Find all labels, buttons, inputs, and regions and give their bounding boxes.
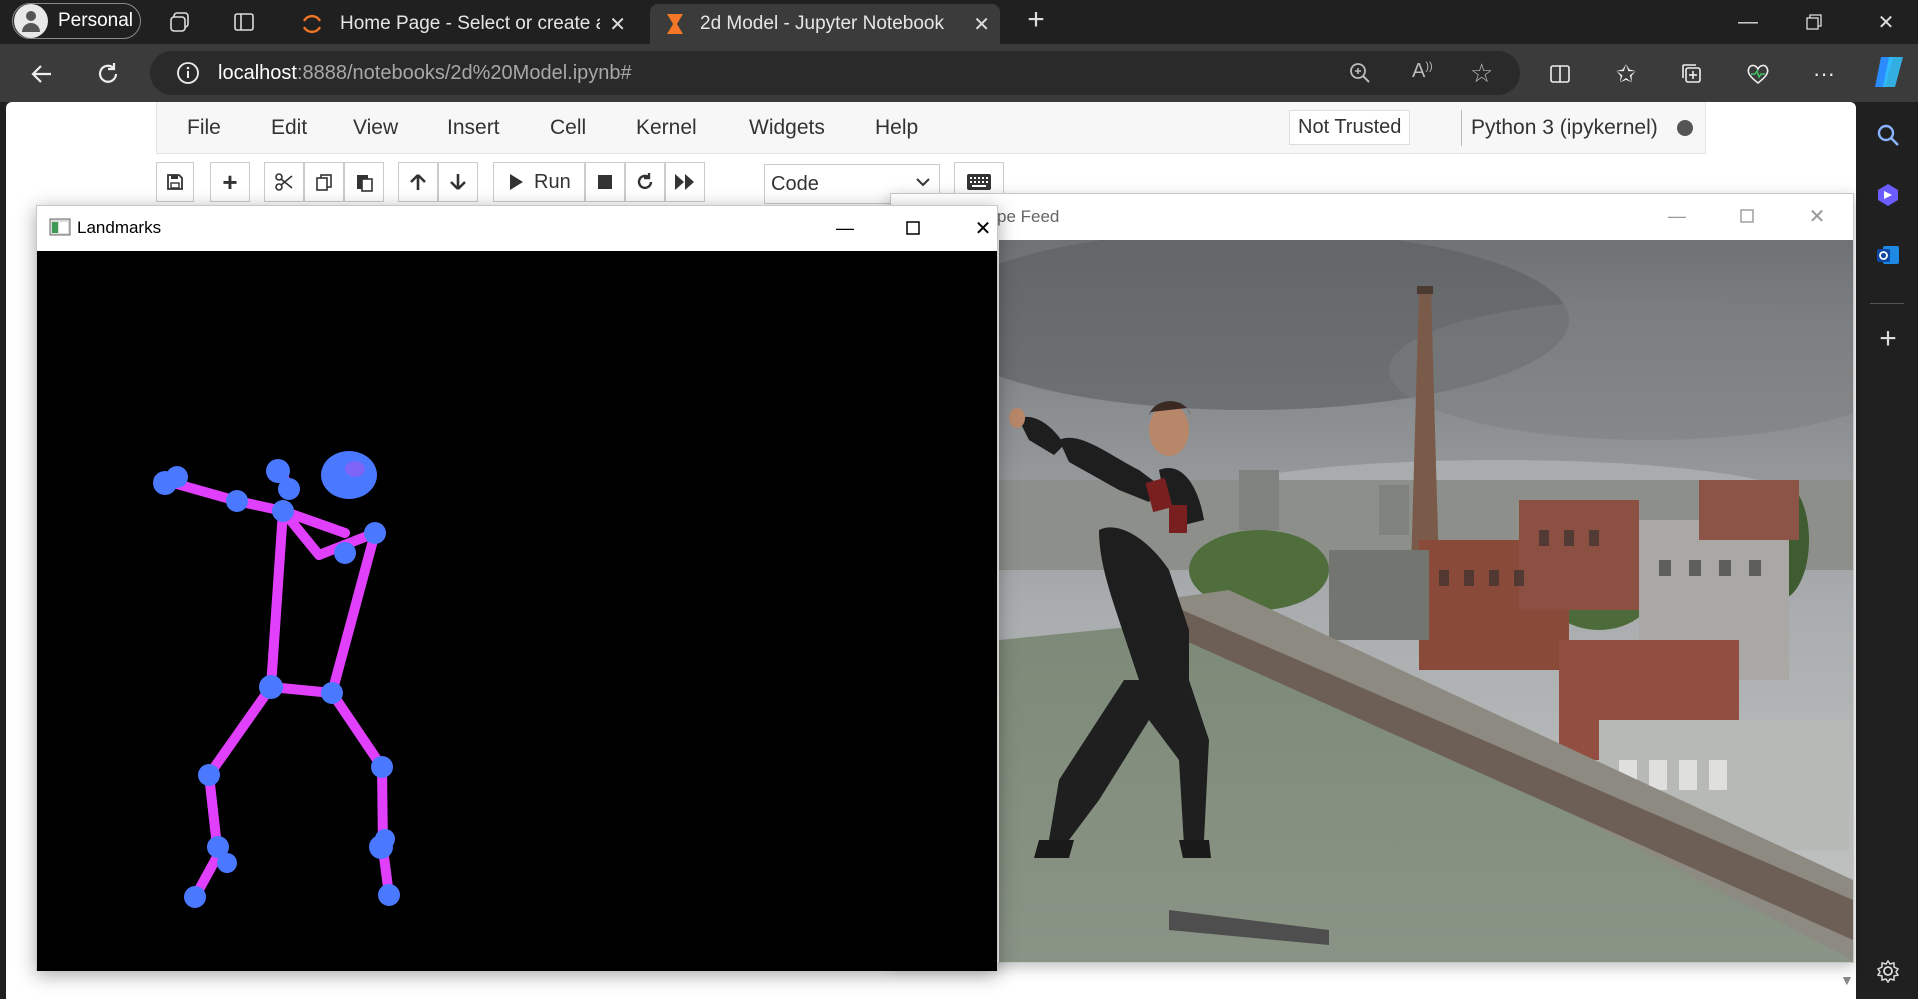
zoom-icon[interactable] <box>1348 61 1372 91</box>
arrow-up-icon <box>410 174 426 190</box>
play-icon <box>510 174 523 190</box>
outlook-icon[interactable] <box>1873 240 1903 270</box>
browser-essentials-icon[interactable] <box>1742 58 1774 90</box>
interrupt-button[interactable] <box>585 162 625 202</box>
minimize-icon[interactable]: — <box>1657 200 1697 232</box>
move-up-button[interactable] <box>398 162 438 202</box>
kernel-status-indicator <box>1677 120 1693 136</box>
menu-help[interactable]: Help <box>875 116 918 140</box>
restore-icon[interactable] <box>1786 6 1842 38</box>
window-title: pe Feed <box>997 207 1060 226</box>
run-label: Run <box>534 170 571 193</box>
profile-button[interactable]: Personal <box>12 3 141 39</box>
jupyter-spinner-icon <box>300 12 324 36</box>
jupyter-menubar: File Edit View Insert Cell Kernel Widget… <box>156 102 1706 154</box>
tab-title: Home Page - Select or create a n <box>340 13 600 34</box>
vertical-tabs-icon[interactable] <box>230 8 258 36</box>
pose-landmarks-canvas <box>37 251 997 971</box>
address-toolbar: localhost:8888/notebooks/2d%20Model.ipyn… <box>0 44 1918 102</box>
save-icon <box>167 174 183 190</box>
window-app-icon <box>49 218 71 241</box>
arrow-down-icon <box>450 174 466 190</box>
fast-forward-icon <box>675 174 694 190</box>
landmarks-titlebar[interactable]: Landmarks — ✕ <box>37 206 997 251</box>
close-icon[interactable]: ✕ <box>1797 200 1837 232</box>
pose-skeleton <box>153 451 400 908</box>
paste-button[interactable] <box>344 162 384 202</box>
add-sidebar-app-icon[interactable]: + <box>1873 322 1903 355</box>
maximize-icon[interactable] <box>1727 200 1767 232</box>
scissors-icon <box>275 173 293 191</box>
url-bar[interactable]: localhost:8888/notebooks/2d%20Model.ipyn… <box>150 51 1520 95</box>
insert-cell-button[interactable]: + <box>210 162 250 202</box>
profile-label: Personal <box>58 10 133 31</box>
kernel-divider <box>1461 110 1462 146</box>
maximize-icon[interactable] <box>893 212 933 244</box>
url-path: :8888/notebooks/2d%20Model.ipynb# <box>296 61 632 84</box>
edge-sidebar: + <box>1856 102 1918 999</box>
kernel-name: Python 3 (ipykernel) <box>1471 116 1658 139</box>
trust-status-badge[interactable]: Not Trusted <box>1289 110 1411 145</box>
copy-icon <box>316 174 332 191</box>
settings-gear-icon[interactable] <box>1873 956 1903 986</box>
minimize-icon[interactable]: — <box>1720 6 1776 38</box>
site-info-icon[interactable] <box>176 61 200 85</box>
copilot-sidebar-icon[interactable] <box>1873 180 1903 210</box>
menu-file[interactable]: File <box>187 116 221 140</box>
cell-type-value: Code <box>771 172 819 195</box>
menu-edit[interactable]: Edit <box>271 116 307 140</box>
pipe-feed-titlebar[interactable]: pe Feed — ✕ <box>891 194 1853 240</box>
hourglass-icon <box>664 12 686 36</box>
run-button[interactable]: Run <box>493 162 585 202</box>
menu-kernel[interactable]: Kernel <box>636 116 697 140</box>
stop-icon <box>598 175 612 189</box>
scroll-down-arrow-icon[interactable]: ▼ <box>1840 972 1854 988</box>
landmarks-window: Landmarks — ✕ <box>36 205 998 971</box>
keyboard-icon <box>967 174 991 190</box>
browser-tab-bar: Personal Home Page - Select or create a … <box>0 0 1918 44</box>
favorite-star-icon[interactable]: ☆ <box>1470 58 1493 89</box>
close-window-icon[interactable]: ✕ <box>1858 6 1914 38</box>
copy-button[interactable] <box>304 162 344 202</box>
save-button[interactable] <box>156 162 194 202</box>
back-icon[interactable] <box>26 58 58 90</box>
sidebar-divider <box>1870 303 1904 304</box>
window-title: Landmarks <box>77 218 162 237</box>
minimize-icon[interactable]: — <box>825 212 865 244</box>
url-host: localhost <box>218 61 297 84</box>
menu-cell[interactable]: Cell <box>550 116 586 140</box>
tab-2d-model[interactable]: 2d Model - Jupyter Notebook ✕ <box>650 4 1000 44</box>
camera-frame-image <box>999 240 1853 962</box>
move-down-button[interactable] <box>438 162 478 202</box>
menu-view[interactable]: View <box>353 116 398 140</box>
close-icon[interactable]: ✕ <box>963 212 1003 244</box>
more-options-icon[interactable]: ··· <box>1808 58 1840 90</box>
close-tab-icon[interactable]: ✕ <box>973 12 990 37</box>
pipe-feed-window: pe Feed — ✕ <box>890 193 1854 963</box>
copilot-icon[interactable] <box>1870 54 1908 90</box>
cut-button[interactable] <box>264 162 304 202</box>
collections-icon[interactable] <box>1676 58 1708 90</box>
avatar-icon <box>14 4 48 38</box>
menu-widgets[interactable]: Widgets <box>749 116 825 140</box>
refresh-icon[interactable] <box>92 58 124 90</box>
tab-home-page[interactable]: Home Page - Select or create a n ✕ <box>288 4 636 44</box>
close-tab-icon[interactable]: ✕ <box>609 12 626 37</box>
restart-run-all-button[interactable] <box>665 162 705 202</box>
tab-title: 2d Model - Jupyter Notebook <box>700 13 944 34</box>
paste-icon <box>357 175 373 192</box>
read-aloud-icon[interactable]: A)) <box>1412 60 1433 83</box>
restart-icon <box>637 173 653 190</box>
menu-insert[interactable]: Insert <box>447 116 500 140</box>
split-screen-icon[interactable] <box>1544 58 1576 90</box>
restart-button[interactable] <box>625 162 665 202</box>
search-icon[interactable] <box>1873 120 1903 150</box>
new-tab-icon[interactable]: + <box>1022 3 1050 36</box>
favorites-icon[interactable]: ✩ <box>1610 58 1642 90</box>
workspaces-icon[interactable] <box>166 8 194 36</box>
